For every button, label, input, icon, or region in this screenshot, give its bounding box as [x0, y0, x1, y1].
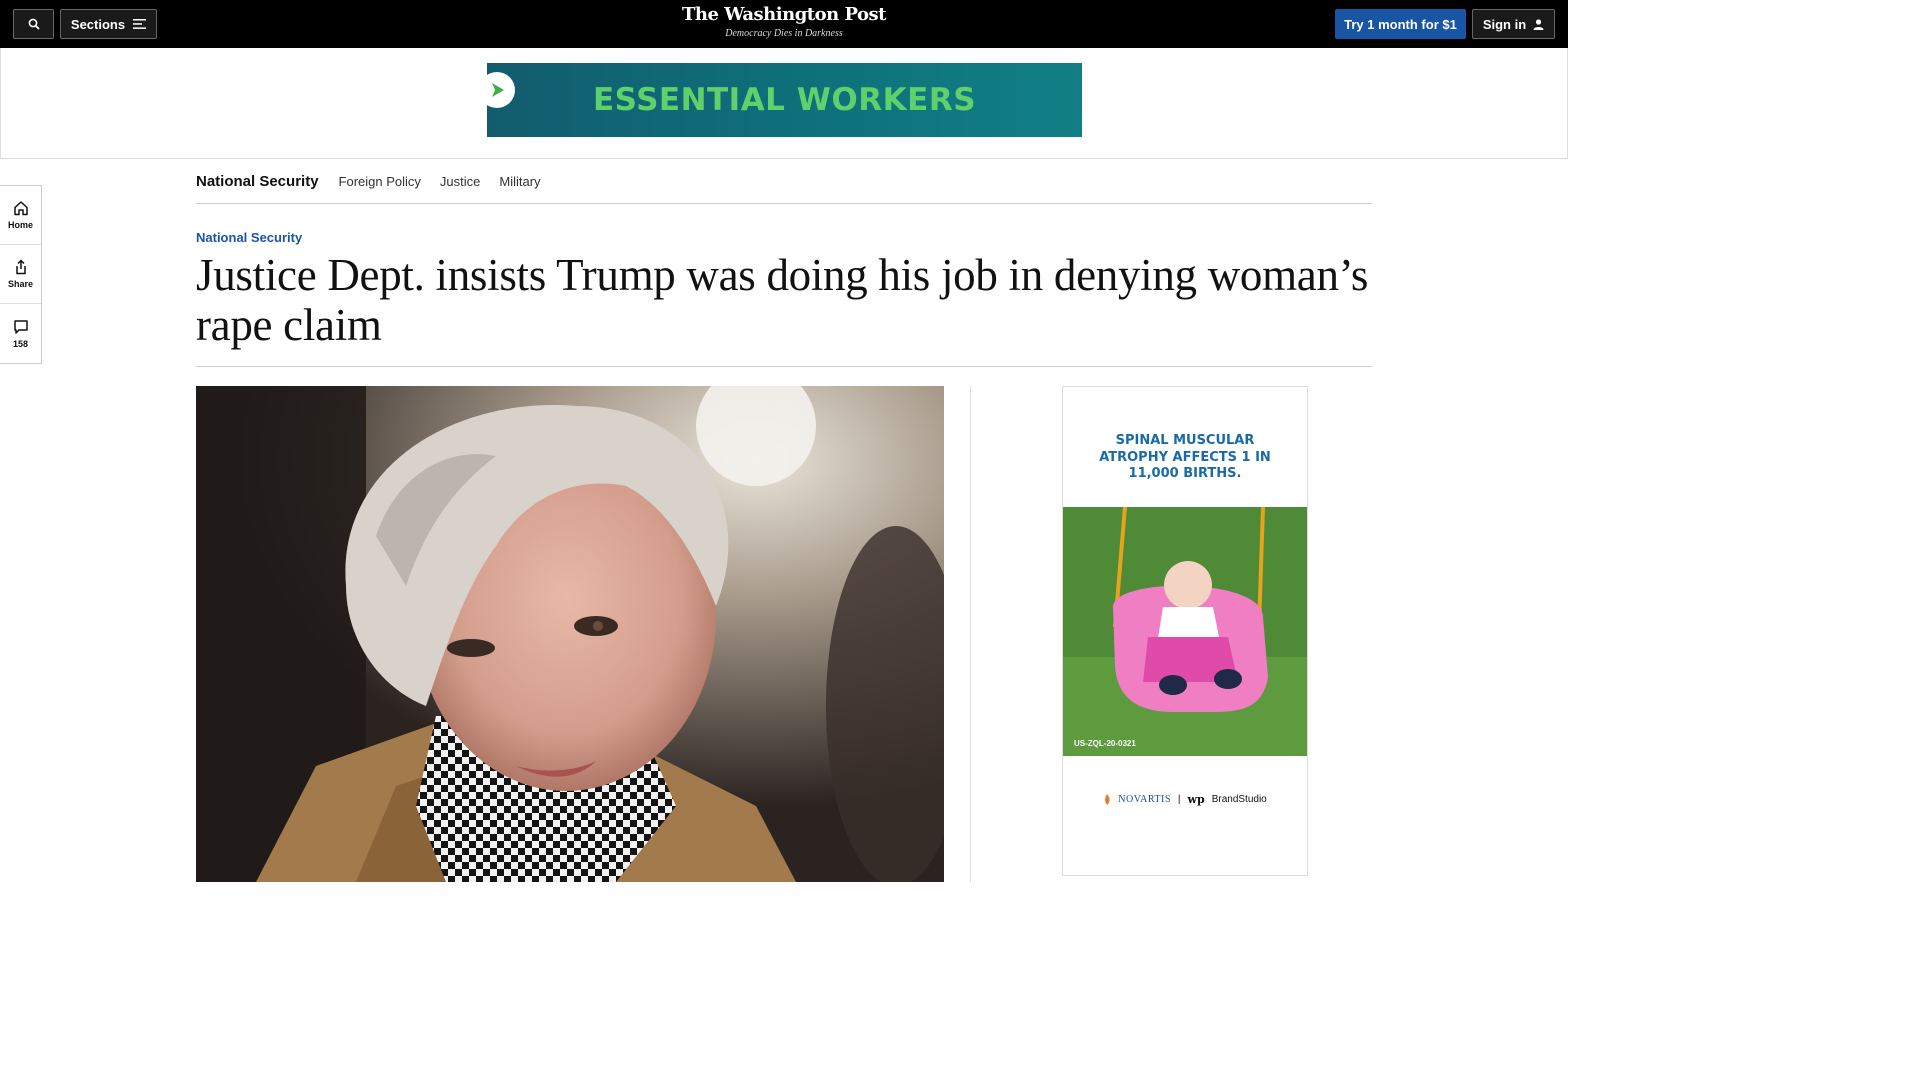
- play-arrow-icon: [487, 72, 515, 108]
- sign-in-button[interactable]: Sign in: [1472, 9, 1555, 39]
- sidebar-ad-headline-line: SPINAL MUSCULAR: [1115, 433, 1255, 448]
- sponsor-divider: |: [1177, 794, 1181, 805]
- home-button[interactable]: Home: [0, 186, 41, 245]
- search-icon: [28, 18, 40, 30]
- sidebar-ad-headline: SPINAL MUSCULAR ATROPHY AFFECTS 1 IN 11,…: [1063, 433, 1307, 483]
- top-ad-container: ESSENTIAL WORKERS: [0, 48, 1568, 159]
- sections-menu-button[interactable]: Sections: [60, 9, 157, 39]
- comments-button[interactable]: 158: [0, 304, 41, 363]
- comments-count: 158: [12, 338, 29, 349]
- home-label: Home: [7, 220, 33, 230]
- brand-studio-label: BrandStudio: [1211, 794, 1267, 805]
- subscribe-button[interactable]: Try 1 month for $1: [1335, 9, 1466, 39]
- article-headline: Justice Dept. insists Trump was doing hi…: [196, 250, 1369, 350]
- search-button[interactable]: [13, 9, 54, 39]
- section-nav-justice[interactable]: Justice: [440, 174, 480, 189]
- sidebar-ad[interactable]: SPINAL MUSCULAR ATROPHY AFFECTS 1 IN 11,…: [1062, 386, 1308, 876]
- essential-workers-ad-banner[interactable]: ESSENTIAL WORKERS: [487, 63, 1082, 137]
- sidebar-ad-headline-line: ATROPHY AFFECTS 1 IN: [1099, 449, 1271, 465]
- article-kicker[interactable]: National Security: [196, 230, 302, 245]
- site-logo[interactable]: The Washington Post Democracy Dies in Da…: [634, 4, 934, 39]
- share-icon: [15, 259, 26, 275]
- sections-label: Sections: [70, 16, 126, 32]
- novartis-flame-icon: [1105, 794, 1110, 805]
- share-button[interactable]: Share: [0, 245, 41, 304]
- section-nav-foreign-policy[interactable]: Foreign Policy: [339, 174, 421, 189]
- logo-wordmark: The Washington Post: [682, 4, 886, 25]
- sponsor-name: NOVARTIS: [1118, 794, 1171, 805]
- user-icon: [1533, 18, 1544, 30]
- sidebar-ad-headline-line: 11,000 BIRTHS.: [1128, 466, 1242, 481]
- comment-icon: [13, 319, 28, 334]
- banner-text: ESSENTIAL WORKERS: [592, 82, 977, 118]
- sidebar-ad-photo: US-ZQL-20-0321: [1063, 507, 1307, 756]
- logo-tagline: Democracy Dies in Darkness: [725, 28, 843, 39]
- sidebar-ad-sponsor: NOVARTIS | wp BrandStudio: [1063, 793, 1307, 806]
- home-icon: [13, 201, 28, 216]
- section-nav-primary[interactable]: National Security: [196, 173, 319, 190]
- headline-divider: [196, 366, 1372, 367]
- left-action-rail: Home Share 158: [0, 185, 42, 364]
- section-navigation: National Security Foreign Policy Justice…: [196, 160, 1372, 204]
- sign-in-label: Sign in: [1482, 16, 1527, 32]
- sidebar-ad-code: US-ZQL-20-0321: [1074, 739, 1136, 748]
- column-divider: [970, 386, 971, 882]
- top-navigation-bar: Sections The Washington Post Democracy D…: [0, 0, 1568, 48]
- menu-icon: [133, 19, 147, 29]
- share-label: Share: [7, 279, 33, 289]
- wp-logo: wp: [1187, 793, 1205, 806]
- section-nav-military[interactable]: Military: [499, 174, 540, 189]
- article-lead-photo[interactable]: [196, 386, 944, 882]
